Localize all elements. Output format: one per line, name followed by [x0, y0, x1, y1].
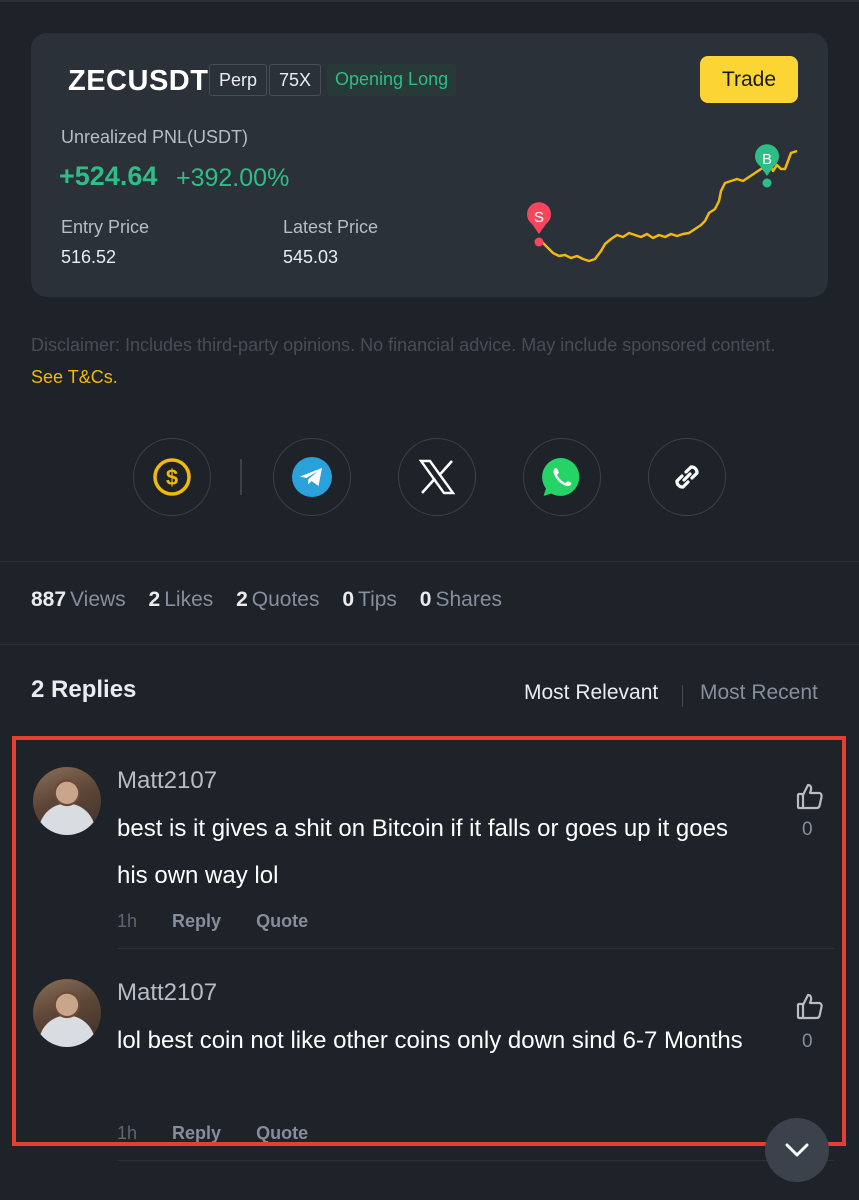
disclaimer-text: Disclaimer: Includes third-party opinion… [31, 335, 776, 355]
sort-most-recent[interactable]: Most Recent [700, 681, 818, 705]
reply-meta: 1h Reply Quote [117, 1123, 308, 1144]
reply-button[interactable]: Reply [172, 911, 221, 931]
sort-divider [682, 685, 683, 707]
status-tag: Opening Long [327, 64, 457, 96]
quotes-count: 2 [236, 588, 248, 611]
buy-marker-label: B [762, 151, 772, 168]
reply-like-count: 0 [802, 819, 813, 840]
reply-divider [117, 948, 834, 949]
highlight-box [12, 736, 846, 1146]
sell-marker: S [527, 202, 551, 247]
entry-price-value: 516.52 [61, 247, 117, 267]
scroll-down-button[interactable] [765, 1118, 829, 1182]
svg-text:$: $ [166, 465, 178, 490]
latest-price-value: 545.03 [283, 247, 339, 267]
tips-count: 0 [342, 588, 355, 611]
quotes-label: Quotes [251, 588, 320, 611]
top-divider [0, 0, 859, 2]
shares-label: Shares [435, 588, 503, 611]
pnl-percent: +392.00% [176, 164, 290, 192]
trade-button[interactable]: Trade [700, 56, 798, 103]
leverage-tag: 75X [269, 64, 322, 96]
pnl-value: +524.64 [59, 161, 158, 191]
sort-most-relevant[interactable]: Most Relevant [524, 681, 658, 705]
section-divider [0, 644, 859, 645]
likes-count: 2 [148, 588, 161, 611]
likes-label: Likes [164, 588, 214, 611]
price-mini-chart: S B [527, 144, 798, 263]
whatsapp-icon [542, 457, 580, 496]
terms-link[interactable]: See T&Cs. [31, 367, 118, 387]
tips-label: Tips [358, 588, 397, 611]
price-line [540, 149, 798, 263]
tips-stat[interactable]: 0 Tips [342, 588, 397, 611]
shares-stat[interactable]: 0 Shares [420, 588, 502, 611]
reply-button[interactable]: Reply [172, 1123, 221, 1143]
reply-time: 1h [117, 911, 138, 931]
shares-count: 0 [419, 588, 432, 611]
likes-stat[interactable]: 2 Likes [149, 588, 214, 611]
entry-price-label: Entry Price [61, 217, 150, 237]
reply-username[interactable]: Matt2107 [117, 979, 217, 1007]
perp-tag: Perp [209, 64, 268, 96]
pnl-label: Unrealized PNL(USDT) [61, 127, 249, 147]
copy-link-button[interactable] [648, 438, 726, 516]
reply-text: best is it gives a shit on Bitcoin if it… [117, 815, 728, 889]
thumbs-up-icon[interactable] [795, 781, 825, 811]
reply-text: lol best coin not like other coins only … [117, 1027, 743, 1054]
reply-meta: 1h Reply Quote [117, 911, 308, 932]
whatsapp-share-button[interactable] [523, 438, 601, 516]
dollar-tip-icon: $ [153, 458, 191, 496]
quote-button[interactable]: Quote [256, 1123, 308, 1143]
x-icon [418, 459, 456, 495]
avatar[interactable] [33, 979, 101, 1047]
views-stat[interactable]: 887 Views [31, 588, 126, 611]
latest-price-label: Latest Price [283, 217, 379, 237]
views-count: 887 [31, 588, 67, 611]
symbol-label: ZECUSDT [68, 65, 209, 97]
link-icon [675, 465, 699, 489]
telegram-share-button[interactable] [273, 438, 351, 516]
thumbs-up-icon[interactable] [795, 991, 825, 1021]
position-card[interactable]: ZECUSDT Perp 75X Opening Long Trade Unre… [31, 33, 828, 297]
views-label: Views [70, 588, 126, 611]
reply-divider [117, 1160, 834, 1161]
chevron-down-icon [785, 1143, 809, 1157]
disclaimer: Disclaimer: Includes third-party opinion… [31, 329, 811, 393]
tip-button[interactable]: $ [133, 438, 211, 516]
post-stats: 887 Views 2 Likes 2 Quotes 0 Tips 0 Shares [31, 588, 519, 612]
x-share-button[interactable] [398, 438, 476, 516]
telegram-icon [292, 457, 332, 497]
reply-time: 1h [117, 1123, 138, 1143]
sell-marker-label: S [534, 209, 544, 226]
reply-username[interactable]: Matt2107 [117, 767, 217, 795]
replies-title: 2 Replies [31, 676, 137, 703]
avatar[interactable] [33, 767, 101, 835]
section-divider [0, 561, 859, 562]
share-divider [240, 459, 242, 495]
quote-button[interactable]: Quote [256, 911, 308, 931]
quotes-stat[interactable]: 2 Quotes [236, 588, 319, 611]
reply-like-count: 0 [802, 1031, 813, 1052]
